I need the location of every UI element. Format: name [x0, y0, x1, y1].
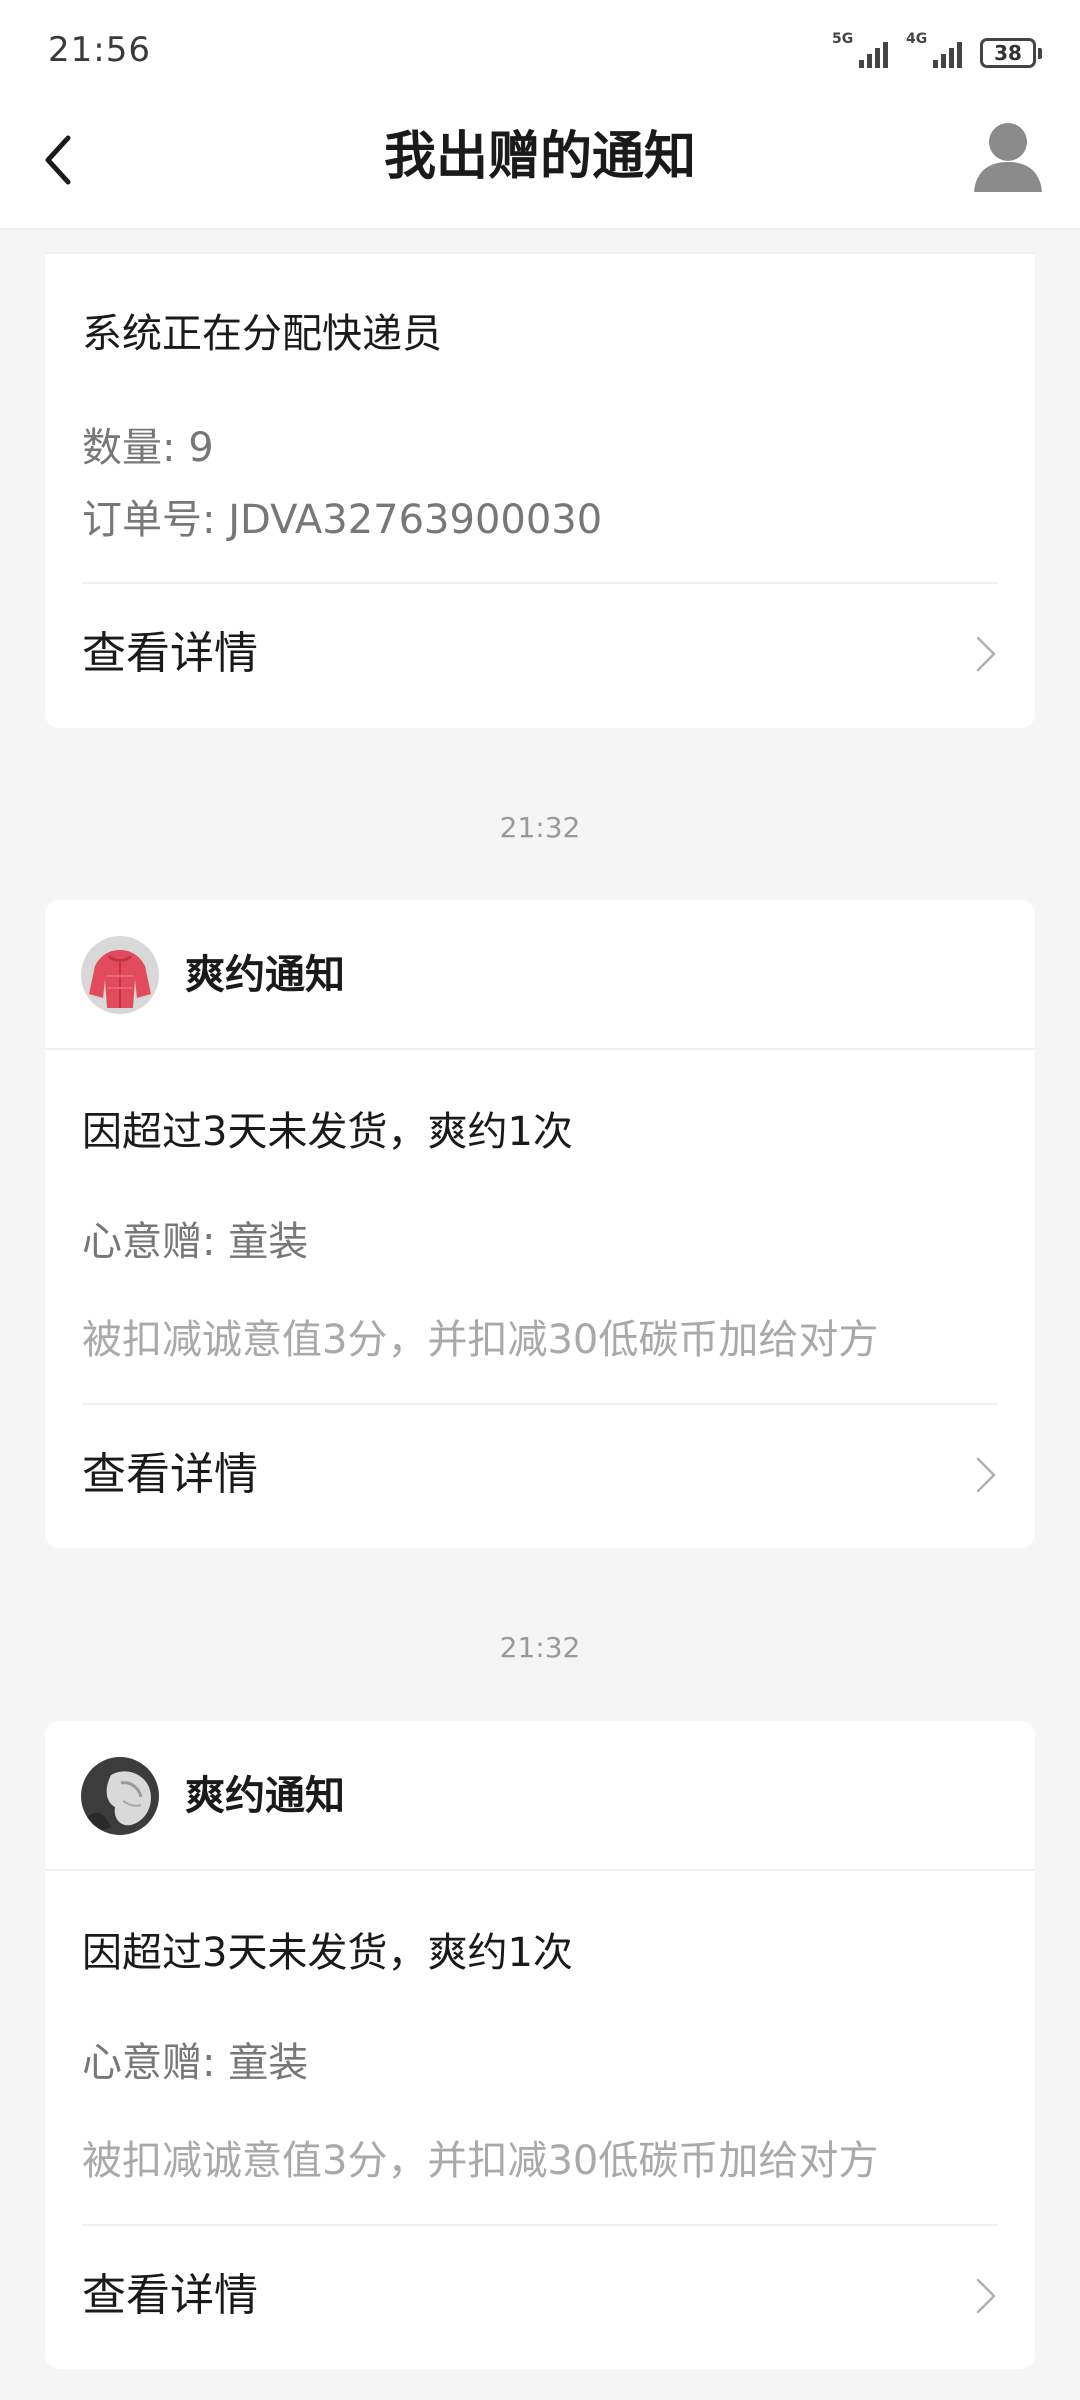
- battery-icon: 38: [980, 38, 1042, 68]
- nav-bar: 我出赠的通知: [0, 100, 1080, 228]
- card-title: 爽约通知: [185, 952, 345, 998]
- signal-5g-icon: 5G: [832, 32, 888, 68]
- notification-card: 爽约通知 因超过3天未发货，爽约1次 心意赠: 童装 被扣减诚意值3分，并扣减3…: [45, 1721, 1035, 2369]
- view-details-label: 查看详情: [82, 1449, 258, 1500]
- penalty-note: 被扣减诚意值3分，并扣减30低碳币加给对方: [82, 1317, 879, 1363]
- network-type-label: 5G: [832, 31, 854, 47]
- avatar: [81, 936, 159, 1014]
- status-time: 21:56: [48, 30, 151, 70]
- notification-message: 因超过3天未发货，爽约1次: [82, 1930, 573, 1976]
- order-number-text: 订单号: JDVA32763900030: [82, 497, 603, 543]
- status-icons: 5G 4G 38: [832, 32, 1042, 68]
- gift-item-text: 心意赠: 童装: [82, 2040, 309, 2086]
- timestamp: 21:32: [499, 1631, 581, 1664]
- status-bar: 21:56 5G 4G 38: [0, 0, 1080, 100]
- card-top-edge: [45, 228, 1035, 254]
- view-details-row[interactable]: 查看详情: [45, 584, 1035, 724]
- view-details-label: 查看详情: [82, 628, 258, 679]
- chevron-right-icon: [973, 2276, 999, 2316]
- gift-item-text: 心意赠: 童装: [82, 1219, 309, 1265]
- signal-bars: [859, 42, 888, 68]
- notification-message: 系统正在分配快递员: [82, 311, 442, 357]
- card-header: 爽约通知: [45, 900, 1035, 1050]
- chevron-right-icon: [973, 1455, 999, 1495]
- card-title: 爽约通知: [185, 1773, 345, 1819]
- quantity-text: 数量: 9: [82, 425, 214, 471]
- penalty-note: 被扣减诚意值3分，并扣减30低碳币加给对方: [82, 2138, 879, 2184]
- notification-card: 系统正在分配快递员 数量: 9 订单号: JDVA32763900030 查看详…: [45, 254, 1035, 728]
- view-details-label: 查看详情: [82, 2270, 258, 2321]
- notification-card: 爽约通知 因超过3天未发货，爽约1次 心意赠: 童装 被扣减诚意值3分，并扣减3…: [45, 900, 1035, 1548]
- page-title: 我出赠的通知: [383, 127, 696, 187]
- battery-level: 38: [994, 41, 1022, 65]
- signal-bars: [933, 42, 962, 68]
- user-profile-icon[interactable]: [972, 120, 1044, 194]
- view-details-row[interactable]: 查看详情: [45, 2226, 1035, 2366]
- notification-message: 因超过3天未发货，爽约1次: [82, 1109, 573, 1155]
- timestamp: 21:32: [499, 811, 581, 844]
- card-header: 爽约通知: [45, 1721, 1035, 1871]
- avatar: [81, 1757, 159, 1835]
- network-type-label: 4G: [906, 31, 928, 47]
- view-details-row[interactable]: 查看详情: [45, 1405, 1035, 1545]
- chevron-right-icon: [973, 634, 999, 674]
- signal-4g-icon: 4G: [906, 32, 962, 68]
